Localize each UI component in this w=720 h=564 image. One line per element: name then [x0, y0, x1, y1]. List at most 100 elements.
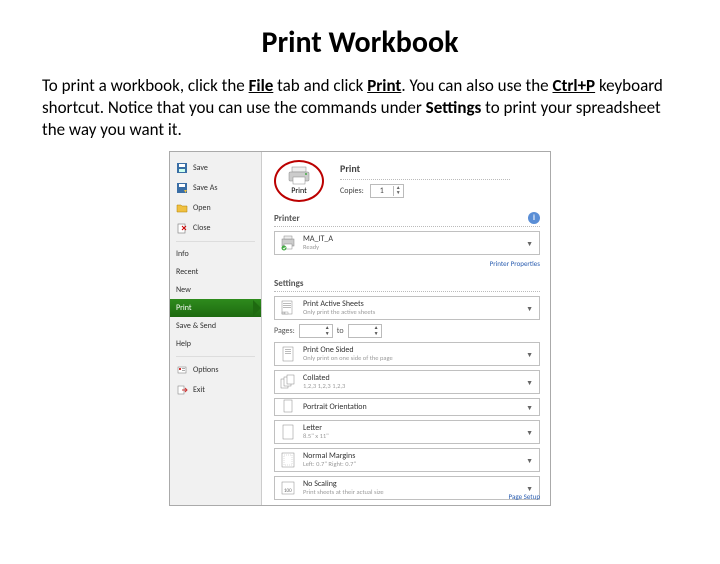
file-word: File [249, 75, 274, 96]
sidebar-label: New [176, 285, 191, 295]
sidebar-item-options[interactable]: Options [170, 360, 261, 380]
sidebar-item-close[interactable]: Close [170, 218, 261, 238]
sidebar-label: Close [193, 223, 210, 233]
dropdown-sub: Only print the active sheets [303, 309, 518, 316]
exit-icon [176, 384, 188, 396]
printer-dropdown[interactable]: MA_IT_AReady ▼ [274, 231, 540, 255]
orientation-dropdown[interactable]: Portrait Orientation ▼ [274, 398, 540, 416]
printer-info-icon[interactable]: i [528, 212, 540, 224]
sidebar-label: Open [193, 203, 211, 213]
page-title: Print Workbook [0, 24, 720, 61]
dropdown-main: Letter [303, 424, 518, 433]
collated-icon [279, 373, 297, 391]
pages-label: Pages: [274, 326, 295, 336]
sidebar-item-print[interactable]: Print [170, 299, 261, 317]
one-sided-icon [279, 345, 297, 363]
copies-label: Copies: [340, 186, 364, 196]
sidebar-item-open[interactable]: Open [170, 198, 261, 218]
open-icon [176, 202, 188, 214]
scaling-icon: 100 [279, 479, 297, 497]
sidebar-item-save-send[interactable]: Save & Send [170, 317, 261, 335]
sidebar-label: Save & Send [176, 321, 216, 331]
sidebar-item-save[interactable]: Save [170, 158, 261, 178]
copies-spinner[interactable]: 1 ▲▼ [370, 184, 404, 198]
spinner-icon: ▲▼ [323, 325, 332, 337]
chevron-down-icon: ▼ [524, 403, 535, 412]
save-as-icon [176, 182, 188, 194]
sidebar-label: Info [176, 249, 189, 259]
spinner-icon: ▲▼ [372, 325, 381, 337]
paper-size-dropdown[interactable]: Letter8.5" x 11" ▼ [274, 420, 540, 444]
dropdown-sub: Left: 0.7" Right: 0.7" [303, 461, 518, 468]
sides-dropdown[interactable]: Print One SidedOnly print on one side of… [274, 342, 540, 366]
sidebar-item-recent[interactable]: Recent [170, 263, 261, 281]
settings-word: Settings [426, 97, 482, 118]
print-word: Print [367, 75, 401, 96]
sidebar-separator [176, 241, 255, 242]
dropdown-sub: Only print on one side of the page [303, 355, 518, 362]
file-menu-sidebar: Save Save As Open Close Info Recent New … [170, 152, 262, 505]
chevron-down-icon: ▼ [524, 428, 535, 437]
instr-text: . You can also use the [401, 75, 552, 96]
pages-row: Pages: ▲▼ to ▲▼ [274, 324, 540, 338]
sidebar-label: Save As [193, 183, 217, 193]
chevron-down-icon: ▼ [524, 378, 535, 387]
sidebar-label: Exit [193, 385, 205, 395]
printer-icon [286, 166, 312, 186]
scaling-dropdown[interactable]: 100 No ScalingPrint sheets at their actu… [274, 476, 540, 500]
paper-icon [279, 423, 297, 441]
print-pane: Print Print Copies: 1 ▲▼ Printer i MA_IT… [262, 152, 550, 505]
chevron-down-icon: ▼ [524, 350, 535, 359]
margins-icon [279, 451, 297, 469]
dropdown-main: Portrait Orientation [303, 403, 518, 412]
sidebar-item-save-as[interactable]: Save As [170, 178, 261, 198]
shortcut-word: Ctrl+P [552, 75, 595, 96]
dropdown-sub: 1,2,3 1,2,3 1,2,3 [303, 383, 518, 390]
divider [340, 179, 510, 180]
sidebar-label: Recent [176, 267, 198, 277]
sidebar-separator [176, 356, 255, 357]
sidebar-label: Save [193, 163, 208, 173]
close-icon [176, 222, 188, 234]
pages-to-label: to [337, 326, 344, 336]
instr-text: To print a workbook, click the [42, 75, 249, 96]
copies-value: 1 [371, 186, 393, 196]
settings-section-title: Settings [274, 278, 540, 292]
chevron-down-icon: ▼ [524, 239, 535, 248]
instr-text: tab and click [273, 75, 367, 96]
printer-status: Ready [303, 244, 518, 251]
printer-device-icon [279, 234, 297, 252]
pages-to-input[interactable]: ▲▼ [348, 324, 382, 338]
sidebar-label: Options [193, 365, 218, 375]
pages-from-input[interactable]: ▲▼ [299, 324, 333, 338]
print-header: Print Print Copies: 1 ▲▼ [274, 160, 540, 202]
printer-name: MA_IT_A [303, 235, 518, 244]
sheets-icon [279, 299, 297, 317]
dropdown-sub: Print sheets at their actual size [303, 489, 518, 496]
printer-properties-link[interactable]: Printer Properties [274, 259, 540, 268]
print-what-dropdown[interactable]: Print Active SheetsOnly print the active… [274, 296, 540, 320]
collate-dropdown[interactable]: Collated1,2,3 1,2,3 1,2,3 ▼ [274, 370, 540, 394]
sidebar-item-help[interactable]: Help [170, 335, 261, 353]
sidebar-item-info[interactable]: Info [170, 245, 261, 263]
dropdown-sub: 8.5" x 11" [303, 433, 518, 440]
svg-text:100: 100 [284, 488, 292, 494]
sidebar-item-new[interactable]: New [170, 281, 261, 299]
excel-backstage-screenshot: Save Save As Open Close Info Recent New … [169, 151, 551, 506]
chevron-down-icon: ▼ [524, 304, 535, 313]
instructions: To print a workbook, click the File tab … [42, 75, 678, 141]
options-icon [176, 364, 188, 376]
sidebar-label: Help [176, 339, 191, 349]
print-button-label: Print [291, 186, 307, 196]
chevron-down-icon: ▼ [524, 456, 535, 465]
sidebar-label: Print [176, 303, 192, 313]
sidebar-item-exit[interactable]: Exit [170, 380, 261, 400]
print-heading: Print [340, 162, 510, 175]
spinner-down-icon[interactable]: ▼ [394, 191, 403, 196]
page-setup-link[interactable]: Page Setup [509, 492, 540, 501]
portrait-icon [279, 398, 297, 416]
print-button[interactable]: Print [274, 160, 324, 202]
margins-dropdown[interactable]: Normal MarginsLeft: 0.7" Right: 0.7" ▼ [274, 448, 540, 472]
printer-section-title: Printer [274, 213, 528, 224]
save-icon [176, 162, 188, 174]
